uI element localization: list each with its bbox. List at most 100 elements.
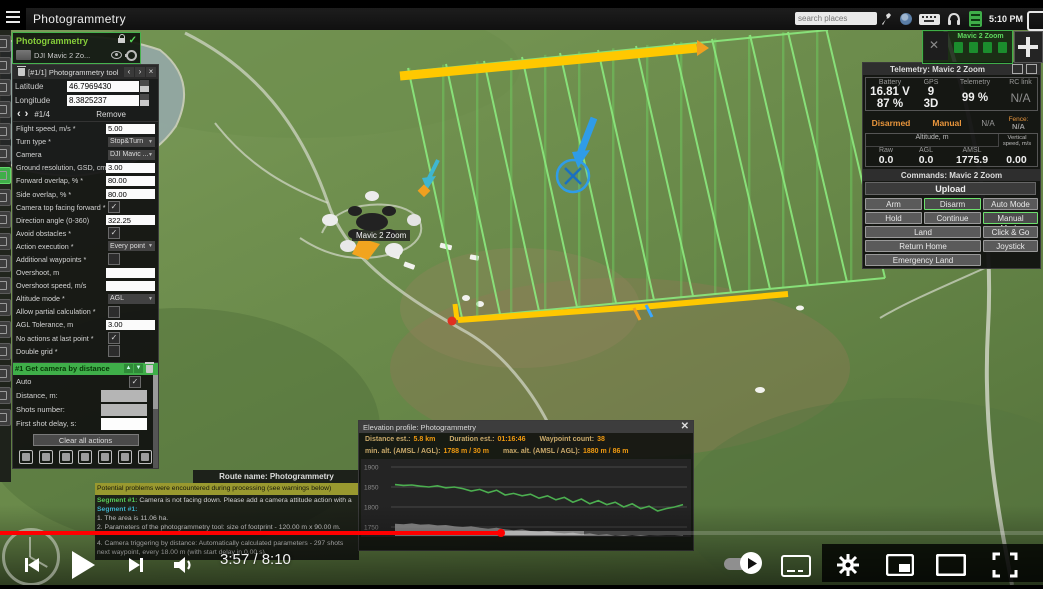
param-select[interactable]: DJI Mavic ...▼: [108, 150, 155, 160]
add-vehicle-tile[interactable]: [1014, 31, 1043, 63]
video-scrubber-knob[interactable]: [497, 529, 505, 537]
command-button-manual-mode[interactable]: Manual Mode: [983, 212, 1038, 224]
visibility-eye-icon[interactable]: [111, 51, 122, 59]
param-checkbox[interactable]: ✓: [108, 201, 120, 213]
marker-action-icon[interactable]: [59, 450, 73, 464]
command-button-land[interactable]: Land: [865, 226, 981, 238]
param-input[interactable]: [106, 163, 155, 173]
toolbar-item-disabled-tool-1[interactable]: [0, 387, 11, 404]
param-input[interactable]: [106, 320, 155, 330]
toolbar-item-chart-tool[interactable]: [0, 277, 11, 294]
param-input[interactable]: [106, 281, 155, 291]
close-tool-button[interactable]: ×: [146, 67, 156, 77]
search-places-input[interactable]: [795, 12, 877, 25]
param-select[interactable]: Stop&Turn▼: [108, 137, 155, 147]
photogrammetry-survey-grid[interactable]: [400, 28, 885, 326]
param-input[interactable]: [106, 176, 155, 186]
camera-attitude-action-icon[interactable]: [39, 450, 53, 464]
theater-mode-button[interactable]: [936, 554, 966, 576]
param-select[interactable]: Every point▼: [108, 241, 155, 251]
headset-icon[interactable]: [947, 12, 961, 26]
command-button-hold[interactable]: Hold: [865, 212, 922, 224]
map-drone-label[interactable]: Mavic 2 Zoom: [352, 230, 410, 241]
delete-action-icon[interactable]: [146, 365, 153, 373]
camera-by-time-action-icon[interactable]: [118, 450, 132, 464]
yaw-action-icon[interactable]: [78, 450, 92, 464]
longitude-stepper[interactable]: [140, 94, 149, 106]
toolbar-item-draw-tool[interactable]: [0, 321, 11, 338]
settings-gear-icon[interactable]: [836, 553, 860, 577]
prev-vertex-button[interactable]: ‹: [17, 108, 21, 120]
prev-tool-button[interactable]: ‹: [124, 67, 134, 77]
autoplay-knob-icon[interactable]: [740, 552, 762, 574]
latitude-stepper[interactable]: [140, 80, 149, 92]
action-field-input[interactable]: [101, 418, 147, 430]
next-tool-button[interactable]: ›: [135, 67, 145, 77]
toolbar-item-select-tool[interactable]: [0, 35, 11, 52]
route-settings-gear-icon[interactable]: [126, 50, 137, 61]
param-input[interactable]: [106, 268, 155, 278]
next-button[interactable]: [126, 555, 146, 575]
param-checkbox[interactable]: ✓: [108, 227, 120, 239]
toolbar-item-photogrammetry-tool[interactable]: [0, 167, 11, 184]
volume-button[interactable]: [172, 555, 196, 575]
longitude-input[interactable]: [67, 95, 139, 106]
wrench-icon[interactable]: [879, 12, 892, 26]
next-vertex-button[interactable]: ›: [25, 108, 29, 120]
move-action-down-icon[interactable]: ▼: [134, 364, 143, 373]
vehicle-mini-panel[interactable]: Mavic 2 Zoom: [922, 30, 1013, 64]
unlock-icon[interactable]: [118, 38, 125, 43]
play-button[interactable]: [70, 550, 96, 580]
toolbar-item-point-tool[interactable]: [0, 365, 11, 382]
camera-series-action-icon[interactable]: [138, 450, 152, 464]
previous-button[interactable]: [22, 555, 42, 575]
miniplayer-button[interactable]: [886, 554, 914, 576]
controller-icon[interactable]: [1027, 11, 1043, 31]
command-button-arm[interactable]: Arm: [865, 198, 922, 210]
latitude-input[interactable]: [67, 81, 139, 92]
toolbar-item-grid-tool[interactable]: [0, 255, 11, 272]
route-card[interactable]: Photogrammetry ✓ DJI Mavic 2 Zo...: [12, 32, 141, 64]
fullscreen-button[interactable]: [992, 552, 1018, 578]
toolbar-item-frame-tool[interactable]: [0, 299, 11, 316]
param-input[interactable]: [106, 189, 155, 199]
remove-vertex-button[interactable]: Remove: [96, 110, 126, 119]
camera-trigger-action-icon[interactable]: [98, 450, 112, 464]
command-button-click-go[interactable]: Click & Go: [983, 226, 1038, 238]
action-scrollbar-thumb[interactable]: [153, 375, 158, 409]
telemetry-popout-icon[interactable]: [1026, 64, 1037, 74]
telemetry-list-icon[interactable]: [969, 11, 982, 27]
upload-button[interactable]: Upload: [865, 182, 1036, 195]
command-button-disarm[interactable]: Disarm: [924, 198, 981, 210]
subtitles-button[interactable]: [781, 555, 811, 577]
telemetry-list-icon[interactable]: [1012, 64, 1023, 74]
param-checkbox[interactable]: [108, 253, 120, 265]
param-input[interactable]: [106, 215, 155, 225]
command-button-return-home[interactable]: Return Home: [865, 240, 981, 252]
auto-checkbox[interactable]: ✓: [129, 376, 141, 388]
route-start-marker[interactable]: [448, 317, 457, 326]
toolbar-item-marker-tool[interactable]: [0, 145, 11, 162]
param-checkbox[interactable]: ✓: [108, 332, 120, 344]
param-checkbox[interactable]: [108, 306, 120, 318]
param-input[interactable]: [106, 124, 155, 134]
toolbar-item-circle-tool[interactable]: [0, 189, 11, 206]
close-elevation-icon[interactable]: ✕: [681, 422, 689, 432]
wait-action-icon[interactable]: [19, 450, 33, 464]
command-button-emergency-land[interactable]: Emergency Land: [865, 254, 981, 266]
param-checkbox[interactable]: [108, 345, 120, 357]
toolbar-item-rect-tool[interactable]: [0, 211, 11, 228]
toolbar-item-measure-tool[interactable]: [0, 101, 11, 118]
toolbar-item-pencil-tool[interactable]: [0, 79, 11, 96]
command-button-joystick[interactable]: Joystick: [983, 240, 1038, 252]
param-select[interactable]: AGL▼: [108, 294, 155, 304]
video-progress-bar[interactable]: [0, 531, 1043, 535]
command-button-continue[interactable]: Continue: [924, 212, 981, 224]
toolbar-item-disabled-tool-2[interactable]: [0, 409, 11, 426]
command-button-auto-mode[interactable]: Auto Mode: [983, 198, 1038, 210]
toolbar-item-add-tool[interactable]: [0, 57, 11, 74]
toolbar-item-box-tool[interactable]: [0, 343, 11, 360]
globe-icon[interactable]: [900, 13, 912, 25]
keyboard-icon[interactable]: [919, 14, 940, 25]
delete-tool-icon[interactable]: [18, 68, 25, 76]
